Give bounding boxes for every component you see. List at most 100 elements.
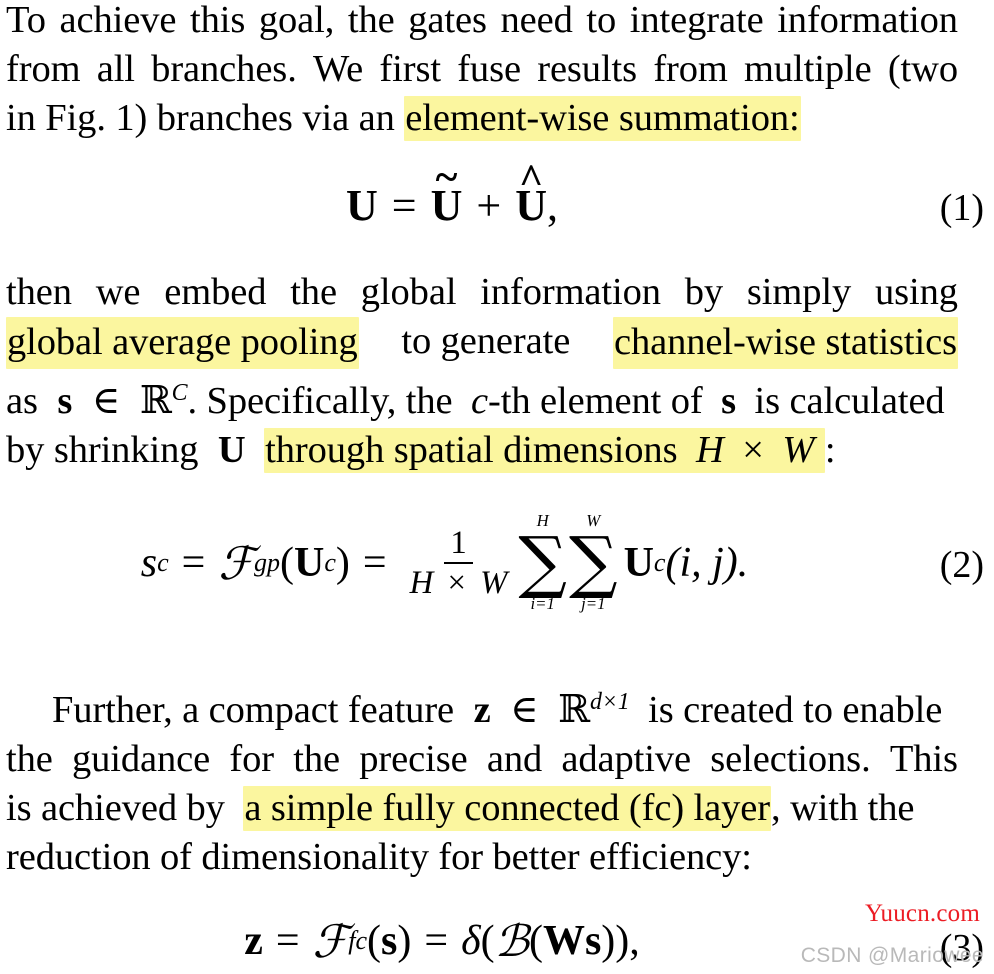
eq2-summation-1: H ∑ i=1 [518, 511, 567, 614]
word: the [293, 738, 341, 781]
text-run: Further, a compact feature [52, 689, 455, 732]
text-run: by shrinking [6, 429, 199, 472]
highlight-global-average-pooling: global average pooling [6, 317, 359, 369]
text-run: is achieved by [6, 787, 225, 830]
eq3-paren-open-2: ( [528, 918, 543, 964]
eq2-den-H: H [409, 565, 434, 601]
highlight-through-spatial-dimensions: through spatial dimensions H × W [264, 428, 825, 474]
eq2-fraction-denominator: H × W [404, 564, 514, 600]
word: achieve [59, 0, 177, 41]
word: global [360, 271, 457, 313]
word: results [537, 48, 638, 90]
eq1-term-1: ~ U [431, 157, 463, 231]
highlight-element-wise-summation: element-wise summation: [404, 96, 801, 141]
word: multiple [744, 48, 872, 90]
equation-2-number: (2) [939, 544, 984, 586]
word: precise [359, 738, 468, 781]
paragraph-1: To achieve this goal, the gates need to … [6, 0, 958, 143]
symbol-H: H [696, 429, 724, 472]
eq3-delta: δ [461, 918, 481, 964]
word: by [684, 271, 724, 313]
eq2-arg-sub: c [324, 548, 336, 577]
word: To [6, 0, 46, 41]
eq2-equals-1: = [181, 540, 206, 586]
eq1-equals: = [391, 180, 417, 230]
paragraph-2-line-3: as s ∈ ℝC. Specifically, the c-th elemen… [6, 369, 958, 426]
text-run: reduction of dimensionality for better e… [6, 836, 752, 879]
paragraph-1-line-1: To achieve this goal, the gates need to … [6, 0, 958, 45]
word: branches. [151, 48, 297, 90]
paragraph-3-line-3: is achieved by a simple fully connected … [6, 784, 958, 833]
eq2-arg-base: U [294, 540, 325, 586]
word: for [229, 738, 275, 781]
symbol-real-numbers: ℝ [139, 378, 172, 424]
word: adaptive [561, 738, 691, 781]
eq1-lhs: U [346, 180, 378, 230]
word: this [190, 0, 246, 41]
eq3-equals-2: = [424, 918, 449, 964]
word: the [6, 738, 53, 781]
superscript-dx1: d×1 [589, 689, 630, 715]
eq3-weight-W: W [542, 918, 585, 964]
symbol-times: × [742, 429, 764, 472]
superscript-C: C [171, 380, 188, 406]
word: the [290, 271, 337, 313]
word: to [586, 0, 617, 41]
text-run: through spatial dimensions [265, 429, 678, 472]
paragraph-3: Further, a compact feature z ∈ ℝd×1 is c… [6, 678, 958, 882]
word: we [95, 271, 141, 313]
equation-2: sc = ℱgp(Uc) = 1 H × W H ∑ i=1 W ∑ j=1 U… [0, 498, 994, 628]
highlight-fully-connected-layer: a simple fully connected (fc) layer [243, 786, 772, 832]
symbol-c: c [471, 380, 489, 423]
word: and [486, 738, 543, 781]
equation-1-number: (1) [939, 187, 984, 229]
eq2-equals-2: = [362, 540, 387, 586]
hat-accent: ^ [518, 156, 544, 203]
symbol-W: W [782, 429, 815, 472]
equation-1-expression: U = ~ U + ^ U , [0, 157, 994, 242]
eq3-function-symbol: ℱ [312, 914, 349, 968]
word: using [874, 271, 958, 313]
word: all [96, 48, 135, 90]
eq2-fraction: 1 H × W [404, 525, 514, 601]
word: the [347, 0, 395, 41]
paragraph-2-line-4: by shrinking U through spatial dimension… [6, 426, 958, 475]
word: embed [164, 271, 267, 313]
equation-1: U = ~ U + ^ U , (1) [0, 157, 994, 242]
eq3-function-subscript: fc [348, 926, 368, 955]
word: We [312, 48, 364, 90]
paragraph-1-line-3: in Fig. 1) branches via an element-wise … [6, 94, 958, 143]
eq2-paren-open: ( [280, 540, 295, 586]
eq3-comma: , [629, 918, 640, 964]
word: information [480, 271, 661, 313]
paragraph-2-line-2: global average pooling to generate chann… [6, 317, 958, 369]
word: need [500, 0, 573, 41]
highlight-channel-wise-statistics: channel-wise statistics [612, 317, 958, 369]
symbol-element-of: ∈ [91, 380, 121, 423]
word: from [653, 48, 728, 90]
symbol-s: s [57, 380, 73, 423]
eq1-plus: + [476, 180, 502, 230]
text-run: -th element of [488, 380, 703, 423]
word: information [777, 0, 958, 41]
text-run: is calculated [754, 380, 945, 423]
eq2-function-symbol: ℱ [218, 536, 254, 590]
eq3-batchnorm-symbol: ℬ [494, 915, 529, 967]
word: selections. [710, 738, 871, 781]
word: then [6, 271, 72, 313]
text-run: in Fig. 1) branches via an [6, 97, 395, 139]
tilde-accent: ~ [435, 154, 458, 201]
eq3-paren-close-2: )) [601, 918, 630, 964]
document-page: To achieve this goal, the gates need to … [0, 0, 994, 974]
eq3-arg: s [381, 918, 398, 964]
watermark-site: Yuucn.com [865, 900, 980, 927]
colon: : [824, 429, 836, 472]
paragraph-3-line-2: the guidance for the precise and adaptiv… [6, 735, 958, 784]
eq3-input-s: s [584, 918, 602, 964]
word: This [889, 738, 958, 781]
word: from [6, 48, 81, 90]
word: guidance [72, 738, 211, 781]
eq2-lhs-base: s [140, 540, 158, 586]
watermark-author: CSDN @Mariowee [800, 944, 984, 967]
word: integrate [629, 0, 764, 41]
